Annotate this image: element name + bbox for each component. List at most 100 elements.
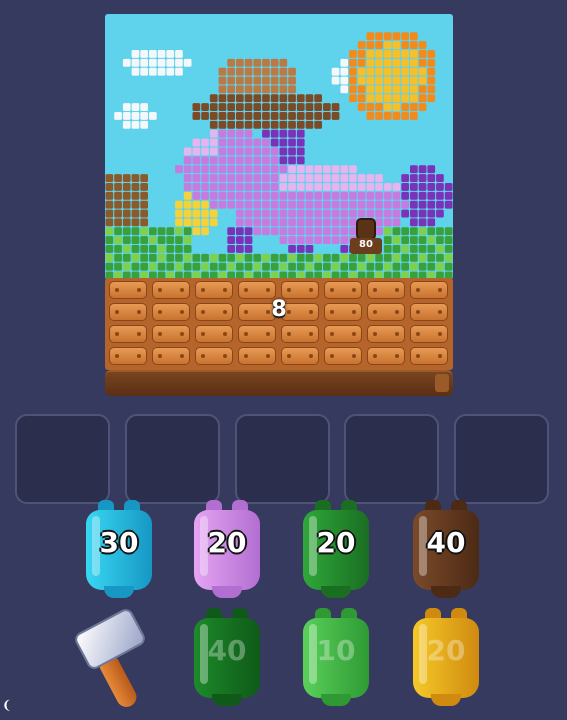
pixel-cell [270,165,279,174]
pixel-cell [166,58,175,67]
pixel-cell [340,49,349,58]
pixel-cell [209,253,218,262]
pixel-cell [183,67,192,76]
barrel-brown-40[interactable]: 40 [413,500,479,598]
pixel-cell [270,23,279,32]
pixel-cell [244,58,253,67]
barrel-cyan-30[interactable]: 30 [86,500,152,598]
pixel-cell [244,49,253,58]
pixel-cell [114,85,122,94]
pixel-cell [410,112,418,120]
pixel-cell [444,49,453,58]
pixel-cell [349,129,357,138]
slot-2[interactable] [125,414,220,504]
pixel-cell [357,191,366,200]
pixel-cell [375,182,383,191]
pixel-cell [279,129,288,138]
slot-3[interactable] [235,414,330,504]
pixel-cell [131,85,140,94]
pixel-cell [131,253,140,262]
pixel-cell [209,218,218,227]
pixel-cell [383,138,392,147]
pixel-cell [418,147,427,156]
slot-1[interactable] [15,414,110,504]
pixel-cell [288,23,296,32]
pixel-cell [436,147,444,156]
pixel-cell [427,67,436,76]
pixel-cell [218,191,227,200]
pixel-cell [279,262,288,271]
pixel-cell [401,112,409,120]
pixel-cell [227,120,235,129]
pixel-cell [157,23,166,32]
pixel-cell [244,112,253,120]
pixel-cell [444,112,453,120]
pixel-cell [149,209,157,218]
pixel-cell [296,174,305,182]
pixel-cell [305,227,314,236]
pixel-cell [270,156,279,165]
pixel-cell [340,165,349,174]
pixel-cell [383,120,392,129]
pixel-cell [418,129,427,138]
barrel-base [321,586,351,598]
pixel-cell [296,112,305,120]
pixel-cell [418,120,427,129]
pixel-cell [218,147,227,156]
barrel-darkgreen-40[interactable]: 40 [194,608,260,706]
pixel-cell [296,103,305,112]
pixel-cell [105,253,114,262]
pixel-cell [192,156,201,165]
pixel-cell [296,94,305,103]
crate-stack[interactable]: 8 [105,278,453,370]
pixel-cell [340,156,349,165]
pixel-cell [340,253,349,262]
pixel-cell [436,262,444,271]
pixel-cell [166,191,175,200]
pixel-cell [262,227,270,236]
pixel-cell [218,67,227,76]
pixel-cell [192,236,201,245]
hammer-button[interactable] [72,606,154,713]
barrel-green-20[interactable]: 20 [303,500,369,598]
pixel-cell [340,262,349,271]
pixel-cell [140,14,148,23]
pixel-cell [323,14,331,23]
pixel-cell [392,49,401,58]
pixel-cell [279,200,288,209]
pixel-cell [401,41,409,49]
pixel-cell [401,227,409,236]
pixel-cell [157,76,166,85]
pixel-cell [175,49,183,58]
pixel-cell [253,245,262,253]
pixel-cell [340,138,349,147]
pixel-cell [436,165,444,174]
pixel-cell [140,236,148,245]
pixel-cell [149,49,157,58]
pixel-cell [218,227,227,236]
pixel-art-board[interactable]: 80 [105,14,453,280]
slot-5[interactable] [454,414,549,504]
pixel-art-grid[interactable] [105,14,453,280]
pixel-cell [122,218,131,227]
pixel-cell [227,174,235,182]
pixel-cell [323,23,331,32]
barrel-lightgreen-10[interactable]: 10 [303,608,369,706]
barrel-pink-20[interactable]: 20 [194,500,260,598]
pixel-cell [331,58,340,67]
pixel-cell [218,76,227,85]
pixel-cell [157,103,166,112]
pixel-cell [122,138,131,147]
pixel-cell [279,236,288,245]
pixel-cell [183,262,192,271]
pixel-cell [418,200,427,209]
pixel-cell [349,138,357,147]
pixel-cell [375,41,383,49]
pixel-cell [444,200,453,209]
barrel-yellow-20[interactable]: 20 [413,608,479,706]
slot-4[interactable] [344,414,439,504]
pixel-cell [340,76,349,85]
pixel-cell [418,49,427,58]
pixel-cell [253,85,262,94]
pixel-cell [331,120,340,129]
